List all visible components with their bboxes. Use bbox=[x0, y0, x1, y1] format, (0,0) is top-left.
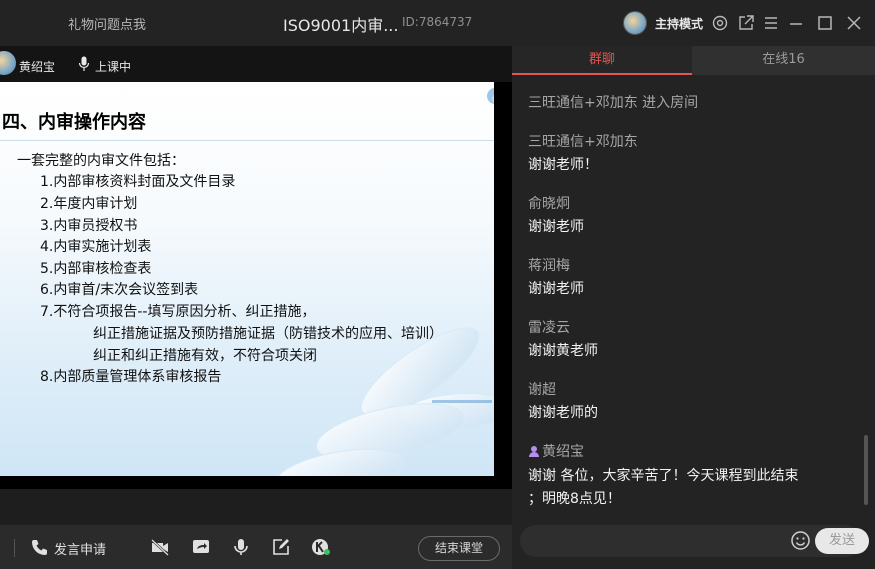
sender-name: 黄绍宝 bbox=[542, 444, 584, 460]
class-status: 上课中 bbox=[95, 60, 132, 74]
room-id: ID:7864737 bbox=[402, 15, 473, 29]
slide-area: 四、内审操作内容 一套完整的内审文件包括： 1.内部审核资料封面及文件目录 2.… bbox=[0, 82, 512, 489]
minimize-icon[interactable] bbox=[787, 14, 805, 32]
tab-online[interactable]: 在线16 bbox=[692, 46, 875, 75]
panel-tabs: 群聊 在线16 bbox=[512, 46, 875, 75]
gift-issue-link[interactable]: 礼物问题点我 bbox=[68, 14, 146, 33]
apply-speak-button[interactable]: 发言申请 bbox=[54, 539, 106, 558]
slide-divider bbox=[0, 140, 494, 141]
tab-group-chat[interactable]: 群聊 bbox=[512, 46, 692, 75]
message-text: 谢谢 各位，大家辛苦了！今天课程到此结束 bbox=[528, 468, 799, 484]
teacher-name: 黄绍宝 bbox=[19, 60, 56, 74]
settings-icon[interactable] bbox=[711, 14, 729, 32]
slide-item: 5.内部审核检查表 bbox=[40, 261, 152, 277]
host-mode-label[interactable]: 主持模式 bbox=[655, 15, 703, 32]
end-class-button[interactable]: 结束课堂 bbox=[418, 536, 500, 561]
sender-name: 俞晓炯 bbox=[528, 196, 570, 212]
slide-item: 8.内部质量管理体系审核报告 bbox=[40, 369, 222, 385]
slide-item: 4.内审实施计划表 bbox=[40, 239, 152, 255]
teacher-badge-icon bbox=[529, 446, 539, 457]
phone-icon[interactable] bbox=[30, 537, 50, 557]
course-title: ISO9001内审... bbox=[283, 16, 399, 35]
bottom-toolbar: 发言申请 结束课堂 bbox=[0, 525, 512, 569]
teacher-bar: 黄绍宝 上课中 bbox=[0, 46, 512, 82]
title-bar: 礼物问题点我 ISO9001内审... ID:7864737 主持模式 bbox=[0, 0, 875, 46]
app-window: 礼物问题点我 ISO9001内审... ID:7864737 主持模式 黄绍宝 bbox=[0, 0, 875, 569]
chat-input[interactable]: 发送 bbox=[520, 525, 869, 557]
divider bbox=[14, 539, 15, 557]
camera-off-icon[interactable] bbox=[150, 537, 170, 557]
close-icon[interactable] bbox=[845, 14, 863, 32]
microphone-icon[interactable] bbox=[231, 537, 251, 557]
slide-intro: 一套完整的内审文件包括： bbox=[17, 153, 185, 169]
message-text: 谢谢老师 bbox=[528, 281, 584, 297]
teacher-sender: 黄绍宝 bbox=[528, 441, 584, 461]
message-text: 谢谢老师的 bbox=[528, 405, 598, 421]
slide-item: 6.内审首/末次会议签到表 bbox=[40, 282, 199, 298]
sender-name: 三旺通信+邓加东 bbox=[528, 134, 638, 150]
sender-name: 雷凌云 bbox=[528, 320, 570, 336]
flower-decoration bbox=[275, 327, 494, 476]
chat-scrollbar[interactable] bbox=[864, 435, 868, 505]
message-text: ；明晚8点见！ bbox=[528, 491, 621, 507]
edit-icon[interactable] bbox=[271, 537, 291, 557]
chat-panel: 群聊 在线16 三旺通信+邓加东 进入房间 三旺通信+邓加东 谢谢老师！ 俞晓炯… bbox=[512, 46, 875, 569]
maximize-icon[interactable] bbox=[816, 14, 834, 32]
slide-item: 3.内审员授权书 bbox=[40, 218, 138, 234]
sender-name: 谢超 bbox=[528, 382, 556, 398]
sender-name: 蒋润梅 bbox=[528, 258, 570, 274]
slide-item: 7.不符合项报告--填写原因分析、纠正措施， bbox=[40, 304, 316, 320]
share-icon[interactable] bbox=[737, 14, 755, 32]
slide-item: 2.年度内审计划 bbox=[40, 196, 138, 212]
slide-item: 1.内部审核资料封面及文件目录 bbox=[40, 174, 236, 190]
k-app-icon[interactable] bbox=[311, 537, 331, 557]
slide-title: 四、内审操作内容 bbox=[2, 112, 146, 133]
message-text: 谢谢老师 bbox=[528, 219, 584, 235]
message-text: 谢谢老师！ bbox=[528, 157, 598, 173]
host-avatar[interactable] bbox=[623, 11, 647, 35]
chat-message-list[interactable]: 三旺通信+邓加东 进入房间 三旺通信+邓加东 谢谢老师！ 俞晓炯 谢谢老师 蒋润… bbox=[512, 75, 875, 520]
message-text: 谢谢黄老师 bbox=[528, 343, 598, 359]
screen-share-icon[interactable] bbox=[191, 537, 211, 557]
menu-icon[interactable] bbox=[762, 14, 780, 32]
slide: 四、内审操作内容 一套完整的内审文件包括： 1.内部审核资料封面及文件目录 2.… bbox=[0, 82, 494, 476]
microphone-icon bbox=[78, 56, 90, 72]
system-message: 三旺通信+邓加东 进入房间 bbox=[528, 95, 699, 111]
emoji-icon[interactable] bbox=[790, 530, 811, 551]
teacher-avatar[interactable] bbox=[0, 51, 16, 75]
send-button[interactable]: 发送 bbox=[815, 528, 869, 554]
